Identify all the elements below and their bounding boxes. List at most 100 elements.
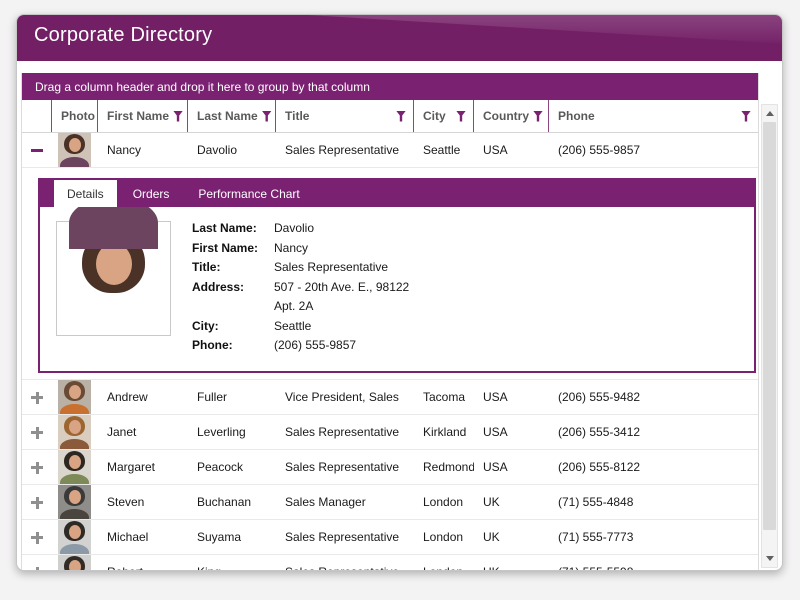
column-header-label: Country — [483, 109, 529, 123]
expand-row-button[interactable] — [29, 459, 45, 475]
employee-row-group: Margaret Peacock Sales Representative Re… — [22, 450, 758, 485]
collapse-row-button[interactable] — [29, 142, 45, 158]
country-cell: UK — [474, 565, 549, 570]
expand-row-button[interactable] — [29, 529, 45, 545]
column-header-label: City — [423, 109, 446, 123]
row-detail-section: Details Orders Performance Chart — [22, 168, 758, 380]
avatar-shoulders — [60, 404, 89, 414]
filter-icon[interactable] — [456, 111, 466, 122]
last-name-cell: King — [188, 565, 276, 570]
grid-body: Nancy Davolio Sales Representative Seatt… — [22, 133, 758, 570]
expand-row-button[interactable] — [29, 564, 45, 570]
employee-row[interactable]: Margaret Peacock Sales Representative Re… — [22, 450, 758, 485]
employee-row[interactable]: Nancy Davolio Sales Representative Seatt… — [22, 133, 758, 168]
group-by-drop-zone[interactable]: Drag a column header and drop it here to… — [22, 73, 758, 100]
employee-row-group: Robert King Sales Representative London … — [22, 555, 758, 570]
filter-icon[interactable] — [262, 111, 272, 122]
photo-cell — [52, 133, 98, 167]
detail-tab[interactable]: Orders — [120, 180, 183, 207]
avatar-face — [69, 385, 81, 399]
avatar-face — [69, 138, 81, 152]
column-header[interactable]: First Name — [98, 100, 188, 132]
scrollbar-thumb[interactable] — [763, 122, 776, 530]
column-header[interactable]: Title — [276, 100, 414, 132]
filter-icon[interactable] — [741, 111, 751, 122]
phone-cell: (206) 555-9482 — [549, 390, 758, 404]
detail-tab[interactable]: Performance Chart — [185, 180, 312, 207]
city-cell: Tacoma — [414, 390, 474, 404]
last-name-cell: Buchanan — [188, 495, 276, 509]
expand-cell — [22, 389, 52, 405]
employee-row[interactable]: Steven Buchanan Sales Manager London UK … — [22, 485, 758, 520]
employee-photo — [58, 520, 91, 554]
filter-icon[interactable] — [533, 111, 543, 122]
detail-content: Last Name: Davolio First Name: Nancy — [40, 207, 754, 371]
detail-field: City: Seattle — [192, 317, 409, 337]
detail-field: Address: 507 - 20th Ave. E., 98122 Apt. … — [192, 278, 409, 317]
column-header[interactable]: City — [414, 100, 474, 132]
vertical-scrollbar[interactable] — [761, 104, 778, 568]
country-cell: USA — [474, 460, 549, 474]
employee-photo — [58, 415, 91, 449]
last-name-cell: Peacock — [188, 460, 276, 474]
first-name-cell: Margaret — [98, 460, 188, 474]
expand-row-button[interactable] — [29, 424, 45, 440]
expand-cell — [22, 564, 52, 570]
detail-field: First Name: Nancy — [192, 239, 409, 259]
group-hint-text: Drag a column header and drop it here to… — [35, 80, 370, 94]
detail-field-value: Davolio — [274, 219, 314, 239]
first-name-cell: Michael — [98, 530, 188, 544]
column-header-label: Title — [285, 109, 309, 123]
city-cell: Redmond — [414, 460, 474, 474]
detail-field-value: Seattle — [274, 317, 311, 337]
avatar-face — [69, 420, 81, 434]
employee-row[interactable]: Robert King Sales Representative London … — [22, 555, 758, 570]
scroll-up-button[interactable] — [762, 106, 777, 121]
photo-cell — [52, 380, 98, 414]
avatar-face — [69, 560, 81, 570]
avatar-shoulders — [60, 544, 89, 554]
photo-cell — [52, 520, 98, 554]
first-name-cell: Janet — [98, 425, 188, 439]
last-name-cell: Suyama — [188, 530, 276, 544]
first-name-cell: Andrew — [98, 390, 188, 404]
phone-cell: (206) 555-3412 — [549, 425, 758, 439]
expand-cell — [22, 529, 52, 545]
corporate-directory-window: Corporate Directory Drag a column header… — [16, 14, 783, 571]
country-cell: UK — [474, 530, 549, 544]
phone-cell: (206) 555-8122 — [549, 460, 758, 474]
employee-row[interactable]: Michael Suyama Sales Representative Lond… — [22, 520, 758, 555]
employee-row-group: Michael Suyama Sales Representative Lond… — [22, 520, 758, 555]
title-cell: Sales Manager — [276, 495, 414, 509]
arrow-up-icon — [766, 111, 774, 116]
employee-row[interactable]: Andrew Fuller Vice President, Sales Taco… — [22, 380, 758, 415]
title-cell: Sales Representative — [276, 460, 414, 474]
avatar-shoulders — [60, 157, 89, 167]
filter-icon[interactable] — [173, 111, 183, 122]
filter-icon[interactable] — [396, 111, 406, 122]
last-name-cell: Davolio — [188, 143, 276, 157]
title-cell: Sales Representative — [276, 425, 414, 439]
arrow-down-icon — [766, 556, 774, 561]
employee-row[interactable]: Janet Leverling Sales Representative Kir… — [22, 415, 758, 450]
column-header[interactable]: Country — [474, 100, 549, 132]
expand-row-button[interactable] — [29, 494, 45, 510]
avatar-shoulders — [60, 439, 89, 449]
column-header[interactable]: Photo — [52, 100, 98, 132]
column-header[interactable]: Phone — [549, 100, 758, 132]
employee-photo — [58, 380, 91, 414]
column-header[interactable]: Last Name — [188, 100, 276, 132]
city-cell: London — [414, 495, 474, 509]
detail-field-value: Nancy — [274, 239, 308, 259]
phone-cell: (71) 555-7773 — [549, 530, 758, 544]
expand-cell — [22, 142, 52, 158]
expand-row-button[interactable] — [29, 389, 45, 405]
avatar-shoulders — [60, 509, 89, 519]
last-name-cell: Leverling — [188, 425, 276, 439]
employee-photo — [58, 450, 91, 484]
title-bar: Corporate Directory — [17, 15, 782, 61]
detail-field-value: 507 - 20th Ave. E., 98122 Apt. 2A — [274, 278, 409, 317]
detail-tab[interactable]: Details — [54, 180, 117, 207]
scroll-down-button[interactable] — [762, 551, 777, 566]
country-cell: UK — [474, 495, 549, 509]
